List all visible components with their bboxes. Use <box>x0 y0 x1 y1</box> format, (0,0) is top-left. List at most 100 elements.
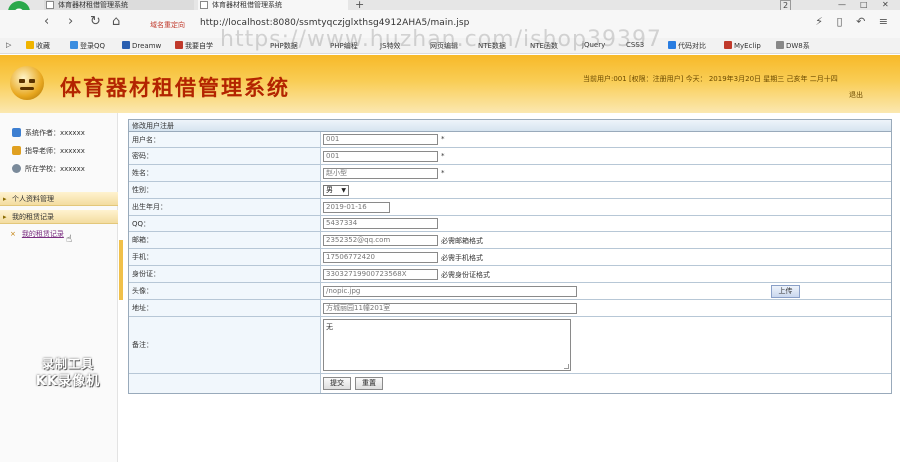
browser-tab-bar: 体育器材租借管理系统 体育器材租借管理系统 + 2 — □ ✕ <box>0 0 900 12</box>
back-icon[interactable]: ‹ <box>44 15 49 29</box>
qq-icon <box>70 41 78 49</box>
password-input[interactable]: 001 <box>323 151 438 162</box>
phone-label: 手机： <box>129 249 321 265</box>
form-row-email: 邮箱： 2352352@qq.com 必需邮箱格式 <box>129 232 891 249</box>
actions-label-cell <box>129 374 321 393</box>
birthday-input[interactable]: 2019-01-16 <box>323 202 390 213</box>
author-info: 系统作者：xxxxxx <box>12 128 85 138</box>
bookmark-icon <box>175 41 183 49</box>
browser-tab-active[interactable]: 体育器材租借管理系统 <box>198 0 348 10</box>
forward-icon[interactable]: › <box>68 15 73 29</box>
browser-tab[interactable]: 体育器材租借管理系统 <box>44 0 194 10</box>
refresh-icon[interactable]: ↻ <box>90 15 101 29</box>
form-row-idcard: 身份证： 330327199007235​68X 必需身份证格式 <box>129 266 891 283</box>
maximize-button[interactable]: □ <box>860 0 868 10</box>
chevron-down-icon: ▼ <box>341 187 346 194</box>
sidebar-collapse-handle[interactable] <box>119 240 123 300</box>
site-logo-icon <box>10 66 44 100</box>
bookmark-item[interactable]: 我要自学 <box>175 41 213 51</box>
address-input[interactable]: 方城丽园11幢201室 <box>323 303 577 314</box>
sidebar: 系统作者：xxxxxx 指导老师：xxxxxx 所在学校：xxxxxx 个人资料… <box>0 113 118 462</box>
form-row-phone: 手机： 17506772420 必需手机格式 <box>129 249 891 266</box>
teacher-icon <box>12 146 21 155</box>
menu-rental-records[interactable]: 我的租赁记录 <box>0 210 118 224</box>
phone-input[interactable]: 17506772420 <box>323 252 438 263</box>
sidebar-item-my-rental-records[interactable]: 我的租赁记录 <box>10 229 64 239</box>
required-mark: * <box>441 135 445 143</box>
gender-select[interactable]: 男 ▼ <box>323 185 349 196</box>
remark-label: 备注： <box>129 317 321 373</box>
idcard-hint: 必需身份证格式 <box>441 271 490 279</box>
idcard-input[interactable]: 330327199007235​68X <box>323 269 438 280</box>
qq-label: QQ： <box>129 216 321 231</box>
close-window-button[interactable]: ✕ <box>882 0 889 10</box>
form-row-avatar: 头像： /nopic.jpg 上传 <box>129 283 891 300</box>
menu-icon[interactable]: ≡ <box>879 15 888 28</box>
folder-icon <box>776 41 784 49</box>
upload-button[interactable]: 上传 <box>771 285 800 298</box>
page-favicon-icon <box>200 1 208 9</box>
bookmark-item[interactable]: 登录QQ <box>70 41 105 51</box>
browser-tab-label: 体育器材租借管理系统 <box>58 1 128 9</box>
email-label: 邮箱： <box>129 232 321 248</box>
form-row-actions: 提交 重置 <box>129 374 891 393</box>
form-row-qq: QQ： 5437334 <box>129 216 891 232</box>
user-icon <box>12 128 21 137</box>
form-title: 修改用户注册 <box>129 120 891 132</box>
undo-icon[interactable]: ↶ <box>856 15 865 28</box>
domain-redirect-indicator: 域名重定向 <box>150 21 185 29</box>
required-mark: * <box>441 152 445 160</box>
home-icon[interactable]: ⌂ <box>112 15 120 29</box>
reset-button[interactable]: 重置 <box>355 377 383 390</box>
eclipse-icon <box>724 41 732 49</box>
form-row-address: 地址： 方城丽园11幢201室 <box>129 300 891 317</box>
mouse-cursor-icon: ☝ <box>66 234 73 245</box>
avatar-input[interactable]: /nopic.jpg <box>323 286 577 297</box>
address-label: 地址： <box>129 300 321 316</box>
bookmark-item[interactable]: Dreamw <box>122 41 161 50</box>
submit-button[interactable]: 提交 <box>323 377 351 390</box>
school-info: 所在学校：xxxxxx <box>12 164 85 174</box>
browser-tab-label: 体育器材租借管理系统 <box>212 1 282 9</box>
user-info-text: 当前用户:001 [权限：注册用户] 今天： 2019年3月20日 星期三 己亥… <box>583 75 838 83</box>
email-input[interactable]: 2352352@qq.com <box>323 235 438 246</box>
page-title: 体育器材租借管理系统 <box>60 76 290 100</box>
idcard-label: 身份证： <box>129 266 321 282</box>
remark-textarea[interactable]: 无 <box>323 319 571 371</box>
edit-user-form: 修改用户注册 用户名： 001 * 密码： 001 * 姓名： 赵小型 * 性别… <box>128 119 892 394</box>
name-input[interactable]: 赵小型 <box>323 168 438 179</box>
star-icon <box>26 41 34 49</box>
logout-link[interactable]: 退出 <box>849 90 863 100</box>
form-row-gender: 性别： 男 ▼ <box>129 182 891 199</box>
name-label: 姓名： <box>129 165 321 181</box>
phone-hint: 必需手机格式 <box>441 254 483 262</box>
menu-profile-management[interactable]: 个人资料管理 <box>0 192 118 206</box>
minimize-button[interactable]: — <box>838 0 846 10</box>
qq-input[interactable]: 5437334 <box>323 218 438 229</box>
required-mark: * <box>441 169 445 177</box>
bookmark-item[interactable]: MyEclip <box>724 41 761 50</box>
page-icon[interactable]: ▯ <box>837 15 843 28</box>
birthday-label: 出生年月： <box>129 199 321 215</box>
form-row-birthday: 出生年月： 2019-01-16 <box>129 199 891 216</box>
advisor-info: 指导老师：xxxxxx <box>12 146 85 156</box>
page-favicon-icon <box>46 1 54 9</box>
dreamweaver-icon <box>122 41 130 49</box>
username-input[interactable]: 001 <box>323 134 438 145</box>
bookmark-icon <box>668 41 676 49</box>
avatar-label: 头像： <box>129 283 321 299</box>
lightning-icon[interactable]: ⚡ <box>815 15 823 28</box>
bookmark-toggle-icon[interactable]: ▷ <box>6 41 11 49</box>
site-header: 体育器材租借管理系统 当前用户:001 [权限：注册用户] 今天： 2019年3… <box>0 55 900 113</box>
resize-grip-icon[interactable] <box>564 364 569 369</box>
watermark-text: https://www.huzhan.com/ishop39397 <box>220 27 662 52</box>
bookmark-item[interactable]: 代码对比 <box>668 41 706 51</box>
password-label: 密码： <box>129 148 321 164</box>
email-hint: 必需邮箱格式 <box>441 237 483 245</box>
username-label: 用户名： <box>129 132 321 147</box>
gender-label: 性别： <box>129 182 321 198</box>
form-row-remark: 备注： 无 <box>129 317 891 374</box>
bookmark-favorites[interactable]: 收藏 <box>26 41 50 51</box>
bookmark-item[interactable]: DW8系 <box>776 41 810 51</box>
recorder-watermark: 录制工具 KK录像机 <box>35 357 101 389</box>
